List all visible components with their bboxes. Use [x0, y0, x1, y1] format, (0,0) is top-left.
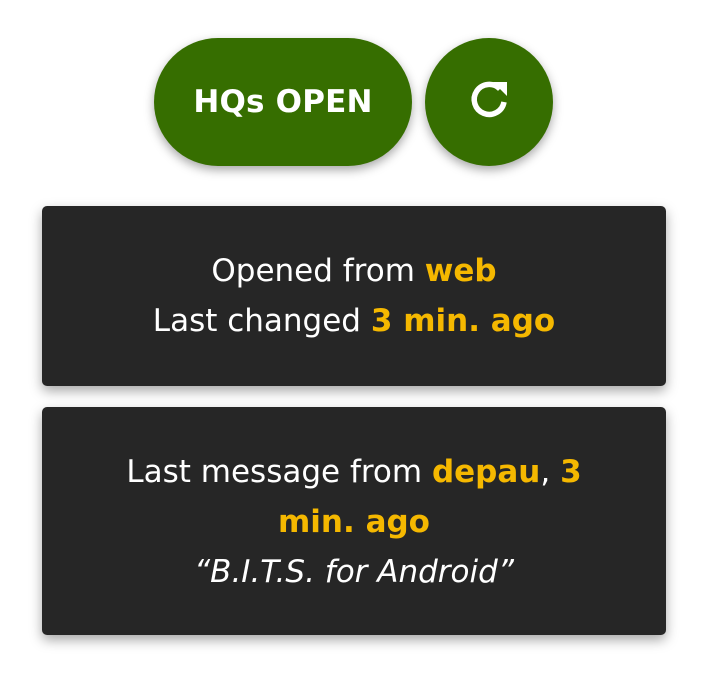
last-changed-label: Last changed	[152, 303, 371, 339]
message-text: “B.I.T.S. for Android”	[194, 554, 514, 590]
opened-source: web	[424, 253, 497, 289]
hq-status-button[interactable]: HQs OPEN	[154, 38, 412, 166]
last-changed-time: 3 min. ago	[370, 303, 556, 339]
hq-status-label: HQs OPEN	[193, 84, 373, 120]
refresh-button[interactable]	[425, 38, 553, 166]
status-card: Opened from web Last changed 3 min. ago	[42, 206, 666, 386]
message-separator: ,	[540, 454, 561, 490]
last-message-card: Last message from depau, 3 min. ago “B.I…	[42, 407, 666, 635]
opened-from-label: Opened from	[211, 253, 425, 289]
last-message-line: Last message from depau, 3 min. ago	[102, 447, 606, 547]
last-changed-line: Last changed 3 min. ago	[42, 296, 666, 346]
last-message-label: Last message from	[126, 454, 432, 490]
message-user: depau	[431, 454, 541, 490]
opened-from-line: Opened from web	[42, 246, 666, 296]
refresh-icon	[464, 75, 514, 129]
